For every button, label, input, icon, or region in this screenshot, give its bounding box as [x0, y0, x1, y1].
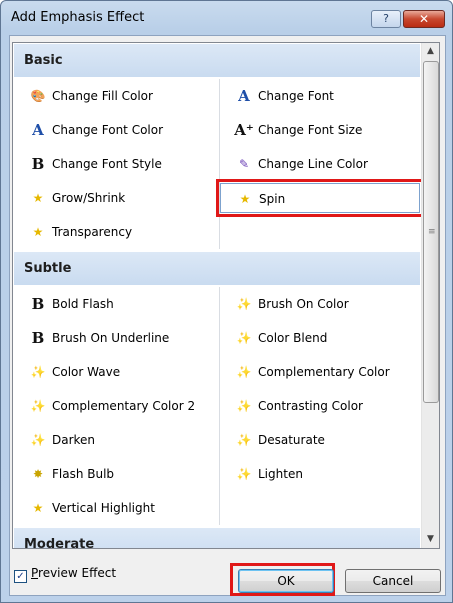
effects-listbox[interactable]: Basic 🎨 Change Fill Color A Change Font A Chan…	[12, 42, 440, 549]
effect-item[interactable]: B Brush On Underline	[14, 323, 219, 353]
scrollbar-thumb[interactable]: ≡	[423, 61, 439, 403]
scroll-up-arrow-icon[interactable]: ▲	[422, 43, 439, 60]
star-sparkle-icon: ✨	[30, 365, 46, 379]
scroll-down-arrow-icon[interactable]: ▼	[422, 531, 439, 548]
star-sparkle-icon: ✨	[236, 297, 252, 311]
font-size-icon: A⁺	[234, 121, 254, 139]
cancel-button[interactable]: Cancel	[345, 569, 441, 593]
star-grow-icon: ★	[32, 191, 44, 205]
close-button[interactable]: ✕	[403, 10, 445, 28]
effect-item[interactable]: 🎨 Change Fill Color	[14, 81, 219, 111]
effect-item-label: Complementary Color	[258, 365, 390, 379]
bold-b-icon: B	[31, 329, 45, 347]
effect-item[interactable]: ✨ Color Blend	[220, 323, 420, 353]
effect-item[interactable]: ✨ Lighten	[220, 459, 420, 489]
effect-item-label: Vertical Highlight	[52, 501, 155, 515]
effect-item-label: Change Font Style	[52, 157, 162, 171]
group-header-basic: Basic	[14, 44, 420, 77]
bold-b-icon: B	[31, 155, 45, 173]
flash-bulb-icon: ✸	[32, 467, 44, 481]
effect-item[interactable]: ★ Spin	[216, 179, 421, 217]
effect-item[interactable]: ✨ Desaturate	[220, 425, 420, 455]
effect-item-label: Flash Bulb	[52, 467, 115, 481]
effect-item-label: Change Fill Color	[52, 89, 153, 103]
effect-item-label: Lighten	[258, 467, 303, 481]
effect-item-label: Change Font Size	[258, 123, 363, 137]
effect-item-label: Color Wave	[52, 365, 121, 379]
effect-item-label: Desaturate	[258, 433, 325, 447]
effect-item[interactable]: B Change Font Style	[14, 149, 219, 179]
dialog-title: Add Emphasis Effect	[11, 10, 145, 25]
effect-item-label: Spin	[259, 192, 286, 206]
effect-item-label: Color Blend	[258, 331, 328, 345]
effects-list: Basic 🎨 Change Fill Color A Change Font A Chan…	[13, 43, 421, 548]
effect-item[interactable]: ✨ Complementary Color	[220, 357, 420, 387]
effect-item-label: Grow/Shrink	[52, 191, 126, 205]
grip-icon: ≡	[428, 227, 436, 237]
checkbox-box[interactable]: ✓	[14, 570, 27, 583]
preview-effect-label: Preview Effect	[31, 566, 117, 580]
star-sparkle-icon: ✨	[236, 467, 252, 481]
help-button[interactable]: ?	[371, 10, 401, 28]
effect-item-label: Change Line Color	[258, 157, 368, 171]
effect-item-label: Darken	[52, 433, 96, 447]
pen-line-icon: ✎	[238, 157, 250, 171]
effect-item-label: Complementary Color 2	[52, 399, 196, 413]
effect-item[interactable]: A Change Font Color	[14, 115, 219, 145]
effect-item[interactable]: ✸ Flash Bulb	[14, 459, 219, 489]
effect-item[interactable]: ★ Vertical Highlight	[14, 493, 219, 523]
effect-item-label: Change Font Color	[52, 123, 164, 137]
star-sparkle-icon: ✨	[236, 399, 252, 413]
title-bar[interactable]: Add Emphasis Effect ? ✕	[1, 1, 452, 35]
group-header-subtle: Subtle	[14, 252, 420, 285]
effect-item-label: Bold Flash	[52, 297, 114, 311]
preview-effect-checkbox[interactable]: ✓ Preview Effect	[14, 566, 116, 583]
ok-button[interactable]: OK	[238, 569, 334, 593]
star-sparkle-icon: ✨	[236, 365, 252, 379]
star-sparkle-icon: ✨	[236, 331, 252, 345]
effect-item-label: Brush On Color	[258, 297, 349, 311]
paint-bucket-icon: 🎨	[30, 89, 46, 103]
group-header-moderate: Moderate	[14, 528, 420, 548]
star-sparkle-icon: ✨	[30, 433, 46, 447]
effect-item[interactable]: A Change Font	[220, 81, 420, 111]
effect-item[interactable]: ✨ Complementary Color 2	[14, 391, 219, 421]
star-sparkle-icon: ✨	[30, 399, 46, 413]
star-sparkle-icon: ✨	[236, 433, 252, 447]
effect-item-label: Brush On Underline	[52, 331, 170, 345]
effect-item[interactable]: ✎ Change Line Color	[220, 149, 420, 179]
bold-b-icon: B	[31, 295, 45, 313]
effect-item-label: Change Font	[258, 89, 334, 103]
effect-item[interactable]: B Bold Flash	[14, 289, 219, 319]
star-spin-icon: ★	[239, 192, 251, 206]
effect-item[interactable]: A⁺ Change Font Size	[220, 115, 420, 145]
effect-item[interactable]: ✨ Contrasting Color	[220, 391, 420, 421]
font-a-icon: A	[238, 87, 250, 105]
effect-item[interactable]: ✨ Color Wave	[14, 357, 219, 387]
effect-item-label: Contrasting Color	[258, 399, 363, 413]
effect-item-label: Transparency	[52, 225, 133, 239]
font-color-icon: A	[32, 121, 44, 139]
effect-item[interactable]: ★ Transparency	[14, 217, 219, 247]
vertical-scrollbar[interactable]: ▲ ≡ ▼	[421, 43, 439, 548]
effect-item[interactable]: ✨ Darken	[14, 425, 219, 455]
star-transparency-icon: ★	[32, 225, 44, 239]
effect-item[interactable]: ★ Grow/Shrink	[14, 183, 219, 213]
effect-item[interactable]: ✨ Brush On Color	[220, 289, 420, 319]
star-highlight-icon: ★	[32, 501, 44, 515]
